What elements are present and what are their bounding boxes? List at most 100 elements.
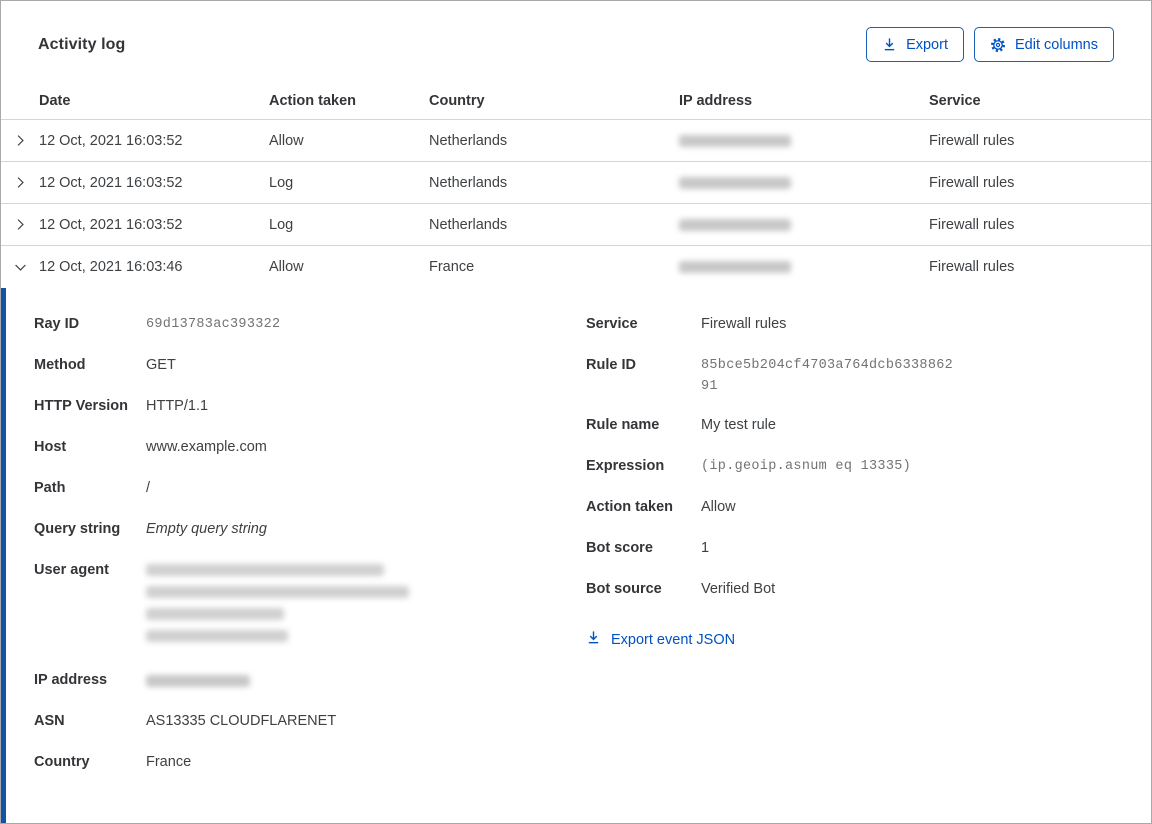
detail-item-path: Path / — [34, 478, 586, 501]
detail-item-ray-id: Ray ID 69d13783ac393322 — [34, 314, 586, 337]
row-action-taken: Log — [269, 216, 294, 233]
detail-label: Service — [586, 316, 638, 332]
table-row[interactable]: 12 Oct, 2021 16:03:52 Allow Netherlands … — [1, 120, 1151, 162]
row-date: 12 Oct, 2021 16:03:52 — [39, 216, 183, 233]
detail-label: Rule ID — [586, 357, 636, 373]
table-row[interactable]: 12 Oct, 2021 16:03:52 Log Netherlands Fi… — [1, 162, 1151, 204]
detail-item-method: Method GET — [34, 355, 586, 378]
detail-value: / — [146, 480, 151, 496]
row-service: Firewall rules — [929, 259, 1015, 275]
detail-item-bot-source: Bot source Verified Bot — [586, 579, 1151, 602]
row-ip-redacted — [679, 261, 929, 273]
col-header-date: Date — [39, 93, 71, 109]
chevron-down-icon[interactable] — [1, 261, 39, 274]
row-service: Firewall rules — [929, 216, 1015, 233]
detail-value: (ip.geoip.asnum eq 13335) — [701, 459, 912, 474]
detail-value: 69d13783ac393322 — [146, 317, 281, 332]
table-header: Date Action taken Country IP address Ser… — [1, 83, 1151, 120]
edit-columns-button-label: Edit columns — [1014, 36, 1098, 53]
detail-value: Empty query string — [146, 521, 267, 537]
detail-label: Method — [34, 357, 86, 373]
export-event-json-link[interactable]: Export event JSON — [586, 630, 735, 649]
detail-label: Expression — [586, 458, 665, 474]
row-ip-redacted — [679, 134, 929, 147]
detail-item-http-version: HTTP Version HTTP/1.1 — [34, 396, 586, 419]
topbar: Activity log Export Edit columns — [1, 1, 1151, 62]
redacted-user-agent-value — [146, 560, 409, 652]
col-header-ip-address: IP address — [679, 93, 753, 109]
detail-item-query-string: Query string Empty query string — [34, 519, 586, 542]
detail-item-ip-address: IP address — [34, 670, 586, 693]
detail-value: Verified Bot — [701, 581, 776, 597]
row-date: 12 Oct, 2021 16:03:52 — [39, 132, 183, 149]
export-button-label: Export — [906, 36, 948, 53]
row-country: France — [429, 259, 475, 275]
detail-label: Ray ID — [34, 316, 80, 332]
detail-item-rule-name: Rule name My test rule — [586, 415, 1151, 438]
detail-value: GET — [146, 357, 176, 373]
download-icon — [882, 37, 897, 52]
download-icon — [586, 630, 601, 649]
table-row-expanded[interactable]: 12 Oct, 2021 16:03:46 Allow France Firew… — [1, 246, 1151, 288]
detail-label: Bot source — [586, 581, 662, 597]
redacted-line — [146, 630, 288, 642]
detail-label: Host — [34, 439, 67, 455]
detail-item-expression: Expression (ip.geoip.asnum eq 13335) — [586, 456, 1151, 479]
detail-item-bot-score: Bot score 1 — [586, 538, 1151, 561]
detail-value: AS13335 CLOUDFLARENET — [146, 713, 337, 729]
detail-item-service: Service Firewall rules — [586, 314, 1151, 337]
detail-item-country: Country France — [34, 752, 586, 775]
row-country: Netherlands — [429, 216, 508, 233]
detail-label: Query string — [34, 521, 121, 537]
col-header-service: Service — [929, 93, 981, 109]
detail-value: 85bce5b204cf4703a764dcb633886291 — [701, 358, 954, 394]
detail-label: Bot score — [586, 540, 653, 556]
col-header-action-taken: Action taken — [269, 93, 357, 109]
activity-log-page: Activity log Export Edit columns Date Ac… — [0, 0, 1152, 824]
row-action-taken: Log — [269, 174, 294, 191]
detail-label: HTTP Version — [34, 398, 129, 414]
edit-columns-button[interactable]: Edit columns — [973, 27, 1114, 62]
redacted-line — [146, 564, 384, 576]
detail-value: Firewall rules — [701, 316, 787, 332]
detail-item-asn: ASN AS13335 CLOUDFLARENET — [34, 711, 586, 734]
row-action-taken: Allow — [269, 132, 304, 149]
redacted-ip-value — [146, 675, 250, 687]
row-date: 12 Oct, 2021 16:03:46 — [39, 259, 183, 275]
redacted-line — [146, 586, 409, 598]
export-button[interactable]: Export — [866, 27, 964, 62]
row-country: Netherlands — [429, 132, 508, 149]
detail-value: www.example.com — [146, 439, 267, 455]
chevron-right-icon[interactable] — [1, 218, 39, 231]
detail-item-host: Host www.example.com — [34, 437, 586, 460]
chevron-right-icon[interactable] — [1, 176, 39, 189]
table-row[interactable]: 12 Oct, 2021 16:03:52 Log Netherlands Fi… — [1, 204, 1151, 246]
detail-label: Country — [34, 754, 90, 770]
page-title: Activity log — [38, 35, 126, 53]
row-service: Firewall rules — [929, 174, 1015, 191]
row-service: Firewall rules — [929, 132, 1015, 149]
detail-value: 1 — [701, 540, 710, 556]
detail-label: Action taken — [586, 499, 674, 515]
row-ip-redacted — [679, 218, 929, 231]
redacted-line — [146, 608, 284, 620]
detail-label: Rule name — [586, 417, 660, 433]
detail-item-rule-id: Rule ID 85bce5b204cf4703a764dcb633886291 — [586, 355, 1151, 397]
row-country: Netherlands — [429, 174, 508, 191]
gear-icon — [990, 37, 1006, 53]
detail-label: ASN — [34, 713, 65, 729]
row-date: 12 Oct, 2021 16:03:52 — [39, 174, 183, 191]
chevron-right-icon[interactable] — [1, 134, 39, 147]
detail-value: France — [146, 754, 192, 770]
detail-item-user-agent: User agent — [34, 560, 586, 652]
row-action-taken: Allow — [269, 259, 304, 275]
detail-value: HTTP/1.1 — [146, 398, 209, 414]
toolbar-actions: Export Edit columns — [866, 27, 1114, 62]
detail-label: Path — [34, 480, 66, 496]
detail-label: IP address — [34, 672, 108, 688]
detail-item-action-taken: Action taken Allow — [586, 497, 1151, 520]
col-header-country: Country — [429, 93, 485, 109]
detail-value: My test rule — [701, 417, 776, 433]
detail-label: User agent — [34, 562, 109, 578]
detail-column-left: Ray ID 69d13783ac393322 Method GET HTTP … — [34, 314, 586, 793]
